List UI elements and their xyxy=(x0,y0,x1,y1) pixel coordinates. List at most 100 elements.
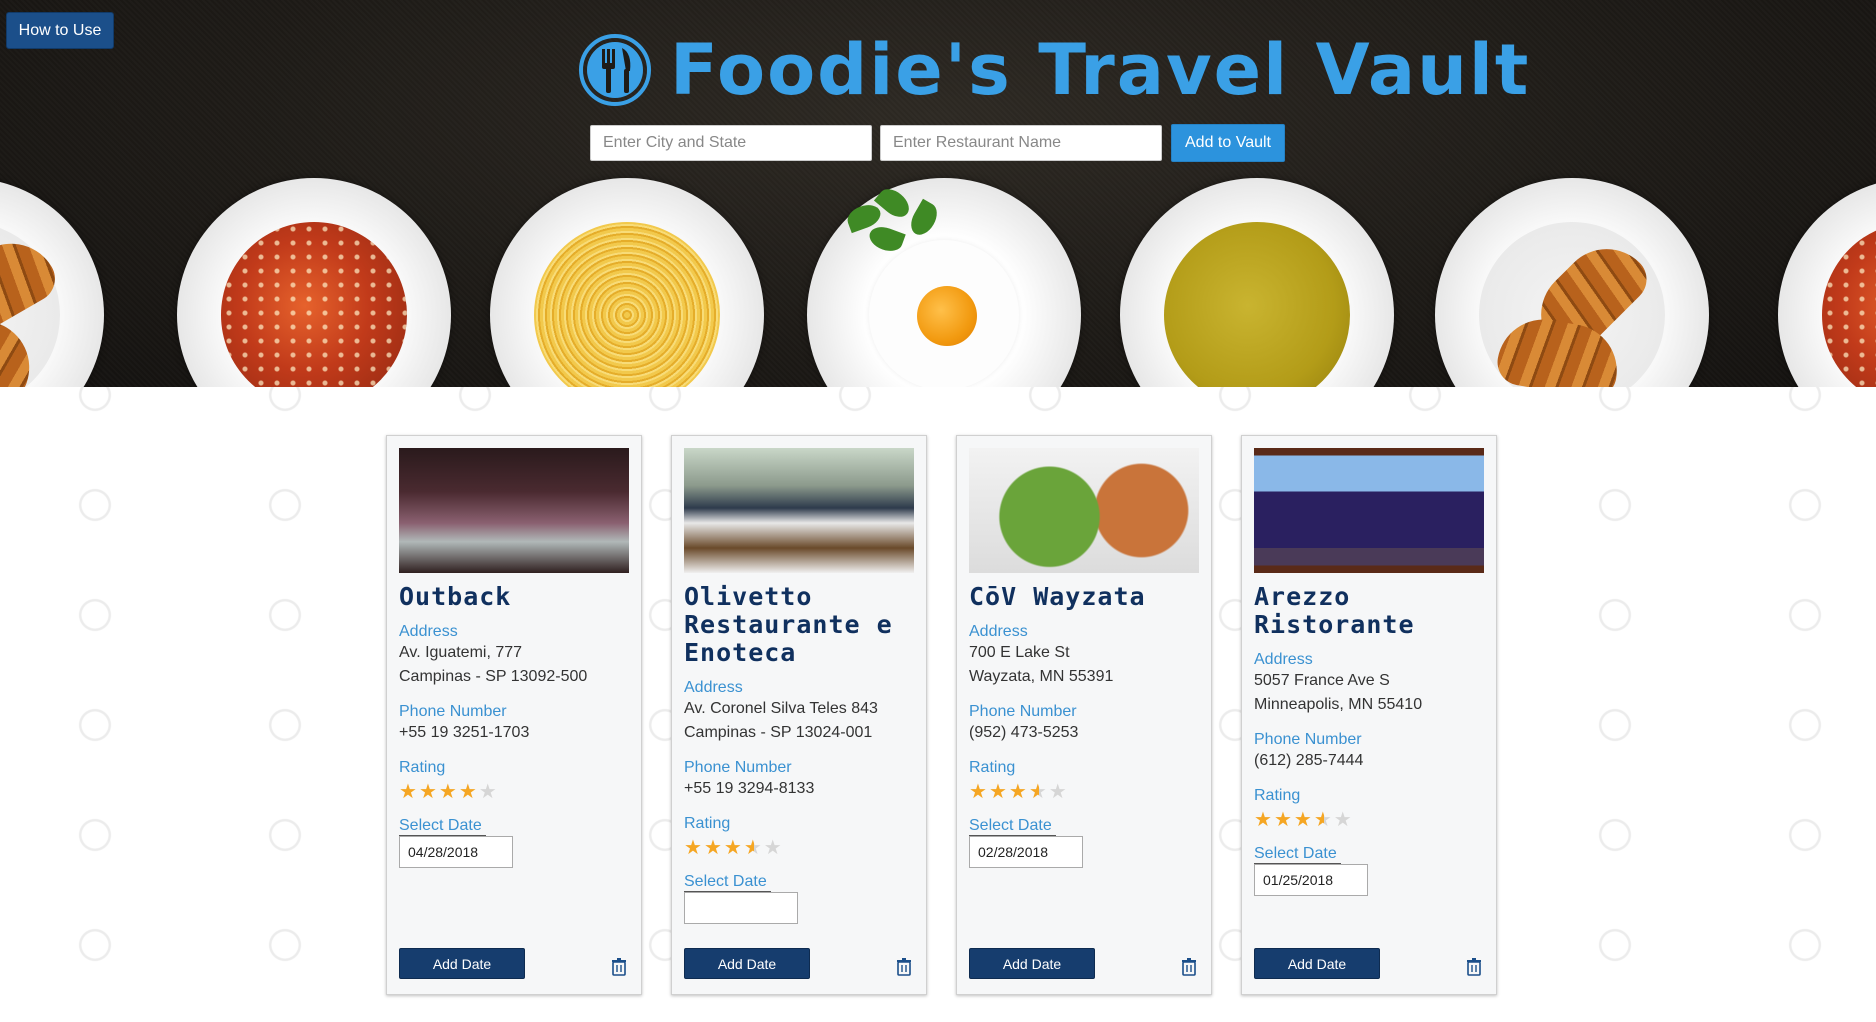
restaurant-name: Olivetto Restaurante e Enoteca xyxy=(684,582,893,667)
page-title: Foodie's Travel Vault xyxy=(670,29,1531,111)
add-date-button[interactable]: Add Date xyxy=(684,948,810,979)
soup-image xyxy=(221,222,407,387)
phone-number: (952) 473-5253 xyxy=(969,724,1079,741)
restaurant-photo xyxy=(1254,448,1484,573)
rating-label: Rating xyxy=(1254,787,1301,804)
croissant-image xyxy=(0,222,64,387)
star-icon: ★ xyxy=(1293,809,1314,831)
restaurant-card: Olivetto Restaurante e Enoteca Address A… xyxy=(671,435,927,995)
plate-egg-image xyxy=(807,178,1081,387)
date-input[interactable] xyxy=(1254,864,1368,896)
phone-label: Phone Number xyxy=(684,759,792,776)
phone-label: Phone Number xyxy=(1254,731,1362,748)
star-icon: ★ xyxy=(399,781,419,803)
brand: Foodie's Travel Vault xyxy=(578,29,1531,111)
basil-leaf xyxy=(866,222,906,256)
address-line-2: Campinas - SP 13024-001 xyxy=(684,724,873,741)
star-rating: ★★★★★ xyxy=(399,781,629,803)
address-line-2: Campinas - SP 13092-500 xyxy=(399,668,588,685)
star-icon: ★ xyxy=(743,837,764,859)
select-date-label: Select Date xyxy=(969,817,1056,836)
header-banner: How to Use Foodie's Travel Vault Add to … xyxy=(0,0,1876,387)
address-label: Address xyxy=(399,623,458,640)
phone-number: +55 19 3251-1703 xyxy=(399,724,530,741)
address-line-1: 5057 France Ave S xyxy=(1254,672,1390,689)
search-bar: Add to Vault xyxy=(590,124,1285,162)
address-line-1: Av. Iguatemi, 777 xyxy=(399,644,523,661)
star-icon: ★ xyxy=(988,781,1009,803)
basil-leaf xyxy=(905,198,943,240)
curry-soup-image xyxy=(1164,222,1350,387)
rating-label: Rating xyxy=(969,759,1016,776)
add-to-vault-button[interactable]: Add to Vault xyxy=(1171,124,1285,162)
rating-label: Rating xyxy=(684,815,731,832)
plate-soup-image xyxy=(1778,178,1876,387)
address-line-2: Wayzata, MN 55391 xyxy=(969,668,1114,685)
restaurant-name: Arezzo Ristorante xyxy=(1254,582,1415,639)
phone-label: Phone Number xyxy=(969,703,1077,720)
restaurant-name: Outback xyxy=(399,582,512,611)
add-date-button[interactable]: Add Date xyxy=(969,948,1095,979)
date-input[interactable] xyxy=(399,836,513,868)
address-line-2: Minneapolis, MN 55410 xyxy=(1254,696,1423,713)
add-date-button[interactable]: Add Date xyxy=(399,948,525,979)
trash-icon[interactable] xyxy=(611,958,627,976)
restaurant-photo xyxy=(399,448,629,573)
star-rating: ★★★★★ xyxy=(969,781,1199,803)
restaurant-card: CōV Wayzata Address 700 E Lake St Wayzat… xyxy=(956,435,1212,995)
plate-pasta-image xyxy=(490,178,764,387)
select-date-label: Select Date xyxy=(1254,845,1341,864)
soup-image xyxy=(1822,222,1876,387)
star-icon: ★ xyxy=(1333,809,1354,831)
star-icon: ★ xyxy=(438,781,459,803)
restaurant-photo xyxy=(969,448,1199,573)
trash-icon[interactable] xyxy=(1181,958,1197,976)
fried-egg-image xyxy=(869,240,1019,387)
star-rating: ★★★★★ xyxy=(684,837,914,859)
star-rating: ★★★★★ xyxy=(1254,809,1484,831)
phone-label: Phone Number xyxy=(399,703,507,720)
plate-soup-image xyxy=(177,178,451,387)
fork-knife-icon xyxy=(579,34,651,106)
add-date-button[interactable]: Add Date xyxy=(1254,948,1380,979)
address-label: Address xyxy=(969,623,1028,640)
how-to-use-button[interactable]: How to Use xyxy=(6,12,114,49)
city-state-input[interactable] xyxy=(590,125,872,161)
trash-icon[interactable] xyxy=(896,958,912,976)
star-icon: ★ xyxy=(1028,781,1049,803)
pasta-image xyxy=(534,222,720,387)
restaurant-name: CōV Wayzata xyxy=(969,582,1146,611)
address-label: Address xyxy=(1254,651,1313,668)
star-icon: ★ xyxy=(418,781,439,803)
star-icon: ★ xyxy=(723,837,744,859)
star-icon: ★ xyxy=(1313,809,1334,831)
date-input[interactable] xyxy=(684,892,798,924)
star-icon: ★ xyxy=(703,837,724,859)
date-input[interactable] xyxy=(969,836,1083,868)
star-icon: ★ xyxy=(478,781,499,803)
star-icon: ★ xyxy=(1273,809,1294,831)
restaurant-photo xyxy=(684,448,914,573)
plate-curry-image xyxy=(1120,178,1394,387)
star-icon: ★ xyxy=(1048,781,1069,803)
trash-icon[interactable] xyxy=(1466,958,1482,976)
restaurant-card: Arezzo Ristorante Address 5057 France Av… xyxy=(1241,435,1497,995)
star-icon: ★ xyxy=(1254,809,1274,831)
restaurant-card: Outback Address Av. Iguatemi, 777 Campin… xyxy=(386,435,642,995)
star-icon: ★ xyxy=(763,837,784,859)
restaurant-name-input[interactable] xyxy=(880,125,1162,161)
address-label: Address xyxy=(684,679,743,696)
select-date-label: Select Date xyxy=(399,817,486,836)
phone-number: +55 19 3294-8133 xyxy=(684,780,815,797)
star-icon: ★ xyxy=(1008,781,1029,803)
plate-croissant-image xyxy=(1435,178,1709,387)
vault-card-list: Outback Address Av. Iguatemi, 777 Campin… xyxy=(386,435,1497,995)
address-line-1: 700 E Lake St xyxy=(969,644,1070,661)
star-icon: ★ xyxy=(969,781,989,803)
plate-croissant-image xyxy=(0,178,104,387)
star-icon: ★ xyxy=(684,837,704,859)
croissant-image xyxy=(1479,222,1665,387)
phone-number: (612) 285-7444 xyxy=(1254,752,1364,769)
address-line-1: Av. Coronel Silva Teles 843 xyxy=(684,700,878,717)
rating-label: Rating xyxy=(399,759,446,776)
